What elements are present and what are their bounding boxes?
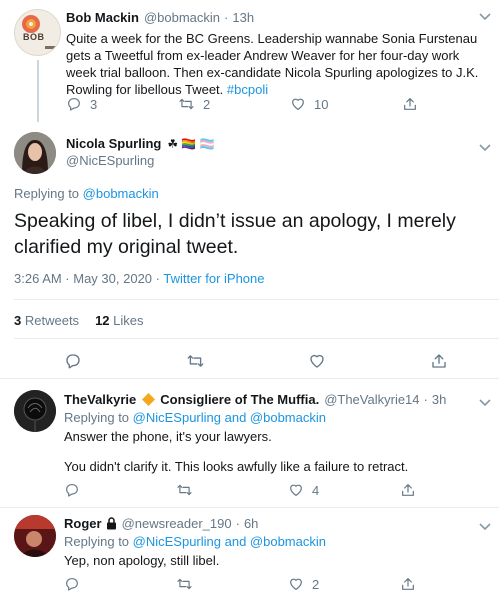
share-button[interactable] <box>430 352 448 370</box>
share-icon <box>402 484 414 496</box>
divider <box>14 338 499 339</box>
reply-icon <box>66 578 78 591</box>
author-name[interactable]: Bob Mackin <box>66 10 139 25</box>
reply-text: Yep, non apology, still libel. <box>64 553 220 568</box>
black-rose-icon <box>14 390 56 432</box>
share-button[interactable] <box>400 576 416 592</box>
share-button[interactable] <box>402 96 418 112</box>
reply-button[interactable] <box>64 482 176 498</box>
more-icon[interactable] <box>478 394 492 407</box>
retweet-icon <box>179 98 194 110</box>
divider <box>0 507 499 508</box>
author-name[interactable]: Nicola Spurling <box>66 136 161 151</box>
like-label: Likes <box>113 313 144 328</box>
avatar-label: BOB <box>23 32 45 42</box>
retweet-icon <box>187 355 204 367</box>
tweet-time[interactable]: 6h <box>244 516 258 531</box>
retweet-icon <box>177 484 192 496</box>
reply-icon <box>66 354 80 369</box>
replying-prefix: Replying to <box>64 534 133 549</box>
tweet-body: Quite a week for the BC Greens. Leadersh… <box>66 31 479 97</box>
more-icon[interactable] <box>478 8 492 21</box>
share-icon <box>402 578 414 590</box>
replying-to-link[interactable]: @bobmackin <box>83 186 159 201</box>
engagement-stats: 3 Retweets 12 Likes <box>14 313 144 328</box>
author-name[interactable]: TheValkyrie <box>64 392 136 407</box>
replying-to-line: Replying to @bobmackin <box>14 186 159 201</box>
tweet-text: Quite a week for the BC Greens. Leadersh… <box>66 30 490 98</box>
tweet-source[interactable]: Twitter for iPhone <box>163 271 264 286</box>
diamond-icon <box>142 393 156 406</box>
separator: · <box>224 10 229 25</box>
author-handle[interactable]: @TheValkyrie14 <box>324 392 419 407</box>
share-button[interactable] <box>400 482 416 498</box>
reply-button[interactable] <box>64 576 176 592</box>
reply-count: 3 <box>90 96 98 112</box>
replying-to-link[interactable]: @NicESpurling and @bobmackin <box>133 410 326 425</box>
reply-line-2: You didn't clarify it. This looks awfull… <box>64 459 409 474</box>
divider <box>0 378 499 379</box>
like-icon <box>292 98 304 110</box>
author-name[interactable]: Roger <box>64 516 102 531</box>
retweet-button[interactable] <box>176 482 288 498</box>
author-name-suffix[interactable]: Consigliere of The Muffia. <box>160 392 319 407</box>
separator: · <box>235 516 240 531</box>
retweet-icon <box>177 578 192 590</box>
tweet-meta: 3:26 AM · May 30, 2020 · Twitter for iPh… <box>14 271 265 286</box>
tweet-text: Speaking of libel, I didn’t issue an apo… <box>14 210 456 258</box>
replying-to-line: Replying to @NicESpurling and @bobmackin <box>64 534 326 549</box>
tweet-time[interactable]: 13h <box>232 10 254 25</box>
reply-line-1: Answer the phone, it's your lawyers. <box>64 429 272 444</box>
like-count: 2 <box>312 576 320 592</box>
reply-icon <box>66 484 78 497</box>
like-button[interactable] <box>308 352 430 370</box>
avatar-thevalkyrie[interactable] <box>14 390 56 432</box>
replying-to-line: Replying to @NicESpurling and @bobmackin <box>64 410 326 425</box>
more-icon[interactable] <box>478 518 492 531</box>
more-icon[interactable] <box>478 139 492 152</box>
reply-button[interactable] <box>64 352 186 370</box>
like-button[interactable]: 4 <box>288 482 400 498</box>
replying-prefix: Replying to <box>64 410 133 425</box>
avatar-roger[interactable] <box>14 515 56 557</box>
retweets-stat[interactable]: 3 Retweets <box>14 313 79 328</box>
retweet-button[interactable] <box>176 576 288 592</box>
like-count: 10 <box>314 96 329 112</box>
like-icon <box>290 484 302 496</box>
author-handle[interactable]: @bobmackin <box>144 10 220 25</box>
likes-stat[interactable]: 12 Likes <box>95 313 143 328</box>
divider <box>14 299 499 300</box>
avatar-bob-mackin[interactable]: BOB <box>14 9 61 56</box>
retweet-button[interactable] <box>186 352 308 370</box>
retweet-count: 2 <box>203 96 211 112</box>
reply-icon <box>68 98 80 111</box>
retweet-button[interactable]: 2 <box>178 96 290 112</box>
separator: · <box>423 392 428 407</box>
avatar-nicola-spurling[interactable] <box>14 132 56 174</box>
thread-line <box>37 60 39 122</box>
author-handle[interactable]: @newsreader_190 <box>122 516 232 531</box>
reply-button[interactable]: 3 <box>66 96 178 112</box>
share-icon <box>404 98 416 110</box>
name-emoji: ☘ 🏳️‍🌈 🏳️‍⚧️ <box>167 136 215 151</box>
replying-prefix: Replying to <box>14 186 83 201</box>
like-button[interactable]: 10 <box>290 96 402 112</box>
like-count: 4 <box>312 482 320 498</box>
tweet-timestamp[interactable]: 3:26 AM · May 30, 2020 · <box>14 271 163 286</box>
tweet-time[interactable]: 3h <box>432 392 446 407</box>
hashtag-link[interactable]: #bcpoli <box>227 82 268 97</box>
retweet-label: Retweets <box>24 313 80 328</box>
replying-to-link[interactable]: @NicESpurling and @bobmackin <box>133 534 326 549</box>
like-icon <box>290 578 302 590</box>
retweet-total: 3 <box>14 313 22 328</box>
author-handle[interactable]: @NicESpurling <box>66 153 154 168</box>
like-button[interactable]: 2 <box>288 576 400 592</box>
like-icon <box>310 354 324 368</box>
share-icon <box>432 354 446 368</box>
like-total: 12 <box>95 313 110 328</box>
lock-icon <box>106 517 116 530</box>
